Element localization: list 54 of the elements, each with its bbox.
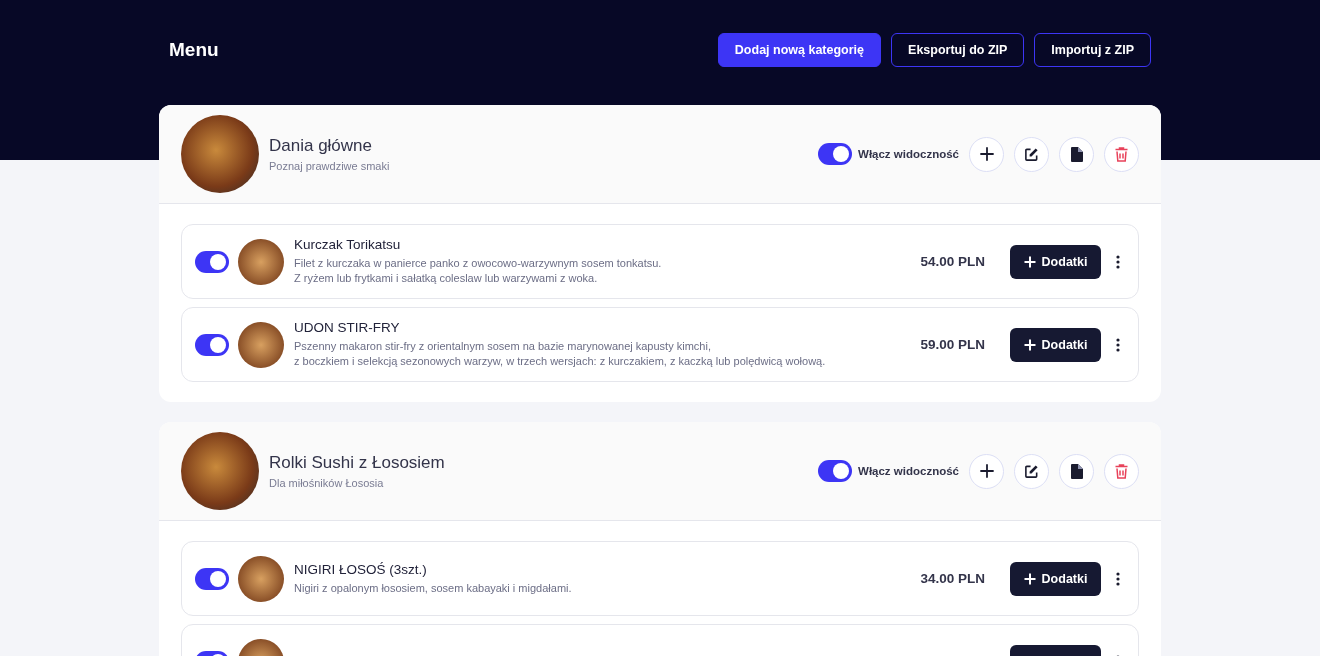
document-icon [1070, 463, 1083, 479]
plus-icon [979, 464, 994, 478]
photo-placeholder [238, 555, 284, 602]
item-name: UDON STIR-FRY [294, 320, 401, 335]
more-options-icon[interactable] [1116, 337, 1120, 352]
photo-placeholder [238, 321, 284, 368]
header-button[interactable]: Importuj z ZIP [1034, 33, 1151, 67]
photo-placeholder [238, 238, 284, 285]
plus-icon [1023, 255, 1036, 268]
edit-button[interactable] [1014, 136, 1049, 172]
category-subtitle: Dla miłośników Łososia [269, 477, 385, 489]
plus-icon [979, 147, 994, 161]
extras-button[interactable]: Dodatki [1010, 327, 1101, 362]
trash-icon [1115, 146, 1128, 162]
item-description: Z ryżem lub frytkami i sałatką coleslaw lub warzywami z woka. [294, 271, 599, 286]
item-name: NIGIRI ŁOSOŚ (3szt.) [294, 561, 428, 577]
duplicate-button[interactable] [1059, 136, 1094, 172]
visibility-toggle[interactable] [818, 460, 853, 482]
visibility-label: Włącz widoczność [858, 465, 959, 477]
item-name: Kurczak Torikatsu [294, 237, 402, 252]
extras-button[interactable]: Dodatki [1010, 244, 1101, 279]
page-title: Menu [169, 39, 219, 61]
edit-button[interactable] [1014, 453, 1049, 489]
edit-icon [1024, 146, 1039, 162]
visibility-toggle[interactable] [195, 567, 229, 590]
delete-button[interactable] [1104, 453, 1139, 489]
item-price: 59.00 PLN [920, 337, 985, 352]
visibility-label: Włącz widoczność [858, 148, 959, 160]
header-button[interactable]: Eksportuj do ZIP [891, 33, 1025, 67]
extras-button[interactable]: Dodatki [1010, 561, 1101, 596]
delete-button[interactable] [1104, 136, 1139, 172]
trash-icon [1115, 463, 1128, 479]
edit-icon [1024, 463, 1039, 479]
item-price: 54.00 PLN [920, 254, 985, 269]
item-description: z boczkiem i selekcją sezonowych warzyw, w trzech wersjach: z kurczakiem, z kaczką lub polędwicą wołową. [294, 354, 827, 369]
visibility-toggle[interactable] [195, 333, 229, 356]
item-description: Filet z kurczaka w panierce panko z owocowo-warzywnym sosem tonkatsu. [294, 256, 663, 271]
add-button[interactable] [969, 136, 1004, 172]
item-description: Pszenny makaron stir-fry z orientalnym sosem na bazie marynowanej kapusty kimchi, [294, 339, 712, 354]
plus-icon [1023, 338, 1036, 351]
category-title: Dania główne [269, 136, 373, 156]
add-button[interactable] [969, 453, 1004, 489]
more-options-icon[interactable] [1116, 254, 1120, 269]
item-price: 34.00 PLN [920, 571, 985, 586]
header-button[interactable]: Dodaj nową kategorię [717, 33, 882, 67]
plus-icon [1023, 572, 1036, 585]
category-subtitle: Poznaj prawdziwe smaki [269, 160, 391, 172]
duplicate-button[interactable] [1059, 453, 1094, 489]
item-description: Nigiri z opalonym łososiem, sosem kabayaki i migdałami. [294, 580, 573, 596]
more-options-icon[interactable] [1116, 571, 1120, 586]
category-title: Rolki Sushi z Łososiem [269, 453, 446, 473]
visibility-toggle[interactable] [195, 250, 229, 273]
visibility-toggle[interactable] [818, 143, 853, 165]
document-icon [1070, 146, 1083, 162]
